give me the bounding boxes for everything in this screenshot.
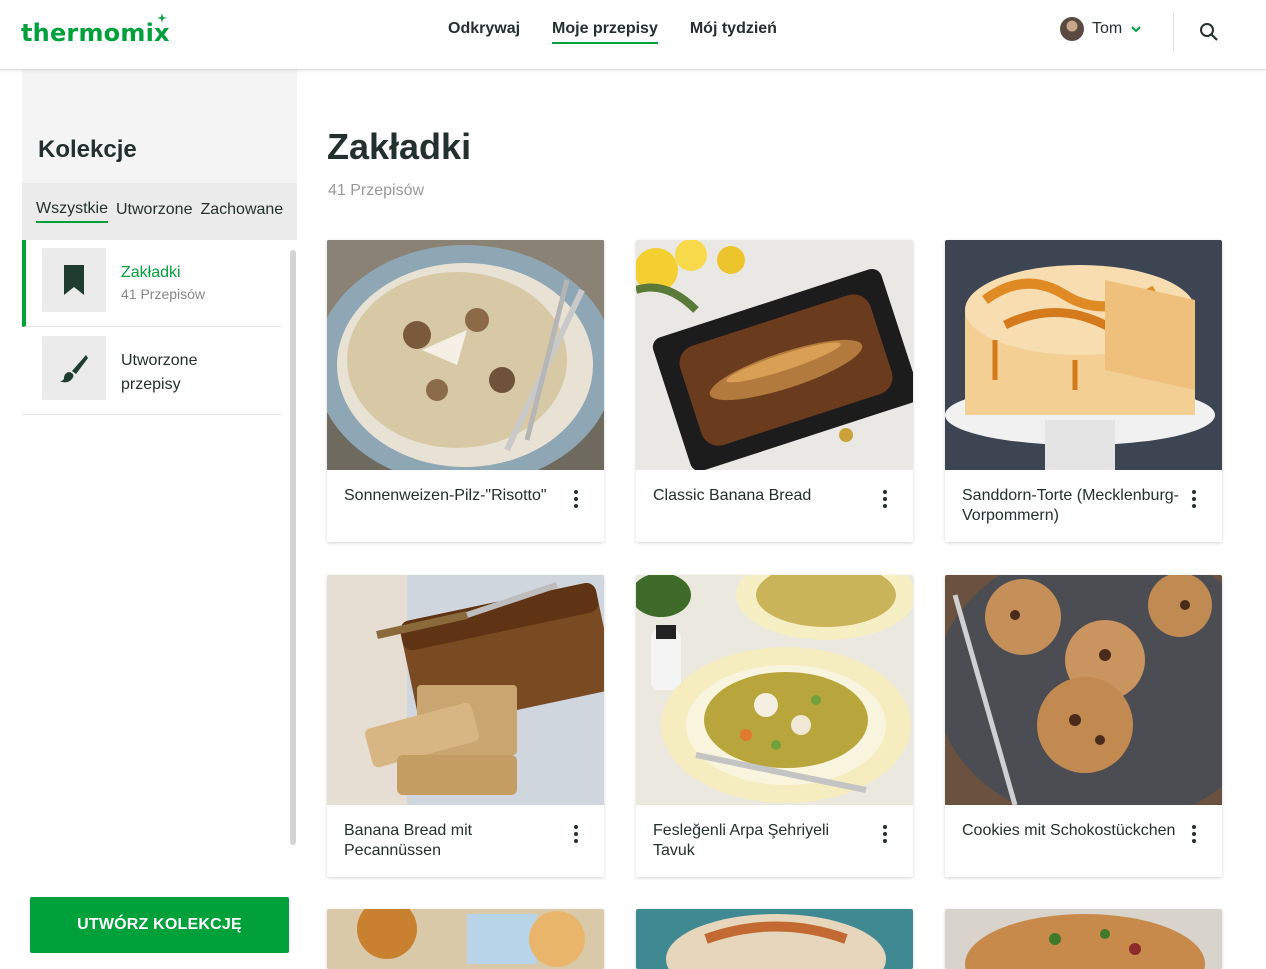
recipe-card[interactable]: [945, 909, 1222, 969]
collection-name: Utworzone przepisy: [121, 352, 198, 393]
user-name: Tom: [1092, 20, 1123, 37]
recipe-image: [636, 575, 913, 805]
recipe-image: [327, 575, 604, 805]
brush-icon: [60, 355, 88, 383]
collection-item-zakladki[interactable]: Zakładki 41 Przepisów: [22, 240, 281, 327]
recipe-title: Banana Bread mit Pecannüssen: [344, 822, 473, 859]
recipe-title: Sonnenweizen-Pilz-"Risotto": [344, 487, 547, 504]
recipe-image: [945, 575, 1222, 805]
collection-name: Zakładki: [121, 264, 181, 281]
recipe-image: [945, 909, 1222, 969]
collection-thumb: [42, 336, 106, 400]
recipe-card[interactable]: Fesleğenli Arpa Şehriyeli Tavuk: [636, 575, 913, 877]
nav-moje-przepisy[interactable]: Moje przepisy: [552, 20, 658, 44]
recipe-card[interactable]: Sanddorn-Torte (Mecklenburg-Vorpommern): [945, 240, 1222, 542]
recipe-title: Sanddorn-Torte (Mecklenburg-Vorpommern): [962, 487, 1179, 524]
more-options-icon[interactable]: [878, 490, 892, 510]
top-navigation-bar: thermomix Odkrywaj Moje przepisy Mój tyd…: [0, 0, 1266, 70]
recipe-count: 41 Przepisów: [328, 182, 425, 199]
collection-tabs: Wszystkie Utworzone Zachowane: [22, 183, 297, 240]
recipe-image: [636, 240, 913, 470]
recipe-card[interactable]: [636, 909, 913, 969]
bookmark-icon: [64, 265, 84, 295]
search-icon[interactable]: [1198, 21, 1220, 43]
tab-zachowane[interactable]: Zachowane: [200, 201, 283, 222]
more-options-icon[interactable]: [569, 490, 583, 510]
recipe-image: [327, 909, 604, 969]
recipe-title: Cookies mit Schokostückchen: [962, 822, 1176, 839]
page-title: Zakładki: [327, 126, 472, 167]
recipe-image: [636, 909, 913, 969]
thermomix-logo[interactable]: thermomix: [21, 13, 170, 47]
logo-text: thermomix: [21, 19, 170, 47]
leaf-icon: [156, 13, 167, 23]
tab-wszystkie[interactable]: Wszystkie: [36, 200, 108, 223]
more-options-icon[interactable]: [569, 825, 583, 845]
avatar: [1060, 17, 1084, 41]
recipe-card[interactable]: Classic Banana Bread: [636, 240, 913, 542]
nav-moj-tydzien[interactable]: Mój tydzień: [690, 20, 777, 44]
sidebar-scrollbar[interactable]: [290, 250, 296, 845]
nav-odkrywaj[interactable]: Odkrywaj: [448, 20, 520, 44]
chevron-down-icon: [1131, 26, 1141, 33]
create-collection-button[interactable]: UTWÓRZ KOLEKCJĘ: [30, 897, 289, 953]
more-options-icon[interactable]: [1187, 825, 1201, 845]
collection-count: 41 Przepisów: [121, 286, 206, 302]
sidebar-title: Kolekcje: [38, 136, 137, 163]
collection-thumb: [42, 248, 106, 312]
collection-item-utworzone-przepisy[interactable]: Utworzone przepisy: [22, 328, 281, 415]
tab-utworzone[interactable]: Utworzone: [116, 201, 192, 222]
recipe-card[interactable]: Banana Bread mit Pecannüssen: [327, 575, 604, 877]
recipe-card[interactable]: [327, 909, 604, 969]
sidebar-header: Kolekcje: [22, 70, 297, 183]
recipe-card[interactable]: Sonnenweizen-Pilz-"Risotto": [327, 240, 604, 542]
recipe-card[interactable]: Cookies mit Schokostückchen: [945, 575, 1222, 877]
recipe-title: Classic Banana Bread: [653, 487, 812, 504]
more-options-icon[interactable]: [1187, 490, 1201, 510]
recipe-title: Fesleğenli Arpa Şehriyeli Tavuk: [653, 822, 830, 859]
header-divider: [1173, 12, 1174, 52]
more-options-icon[interactable]: [878, 825, 892, 845]
recipe-image: [945, 240, 1222, 470]
main-nav: Odkrywaj Moje przepisy Mój tydzień: [448, 20, 777, 44]
recipe-image: [327, 240, 604, 470]
collections-sidebar: Kolekcje Wszystkie Utworzone Zachowane Z…: [22, 70, 297, 956]
user-menu[interactable]: Tom: [1060, 17, 1142, 41]
